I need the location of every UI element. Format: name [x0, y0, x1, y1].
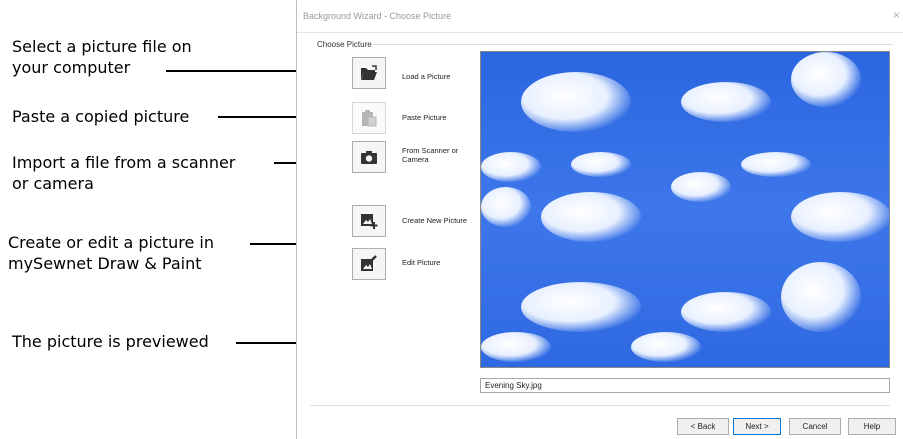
cloud — [671, 172, 731, 202]
cloud — [521, 72, 631, 132]
callout-preview: The picture is previewed — [12, 332, 209, 351]
cloud — [681, 82, 771, 122]
camera-icon — [361, 150, 377, 164]
clipboard-paste-icon — [362, 110, 377, 127]
callout-create-line1: Create or edit a picture in — [8, 233, 214, 252]
dialog-title: Background Wizard - Choose Picture — [303, 11, 452, 21]
close-icon[interactable]: × — [893, 8, 900, 22]
callout-select-line2: your computer — [12, 58, 131, 77]
from-scanner-label: From Scanner or Camera — [402, 146, 458, 164]
cloud — [481, 332, 551, 362]
from-scanner-label-line2: Camera — [402, 155, 429, 164]
next-button[interactable]: Next > — [733, 418, 781, 435]
edit-picture-label: Edit Picture — [402, 258, 441, 267]
cancel-button[interactable]: Cancel — [789, 418, 841, 435]
callout-import-line1: Import a file from a scanner — [12, 153, 236, 172]
filename-field[interactable]: Evening Sky.jpg — [480, 378, 890, 393]
edit-picture-button[interactable] — [352, 248, 386, 280]
cloud — [681, 292, 771, 332]
callout-paste: Paste a copied picture — [12, 107, 190, 126]
load-picture-label: Load a Picture — [402, 72, 451, 81]
help-button[interactable]: Help — [848, 418, 896, 435]
new-picture-icon — [361, 214, 378, 229]
callout-create-edit: Create or edit a picture in mySewnet Dra… — [8, 232, 214, 274]
picture-preview — [480, 51, 890, 368]
cloud — [541, 192, 641, 242]
load-picture-button[interactable] — [352, 57, 386, 89]
cloud — [631, 332, 701, 362]
create-new-picture-label: Create New Picture — [402, 216, 468, 225]
callout-import-line2: or camera — [12, 174, 94, 193]
cloud — [791, 52, 861, 107]
paste-picture-button[interactable] — [352, 102, 386, 134]
from-scanner-button[interactable] — [352, 141, 386, 173]
footer-separator — [310, 405, 890, 406]
dialog-titlebar: Background Wizard - Choose Picture × — [297, 0, 903, 33]
callout-create-line2: mySewnet Draw & Paint — [8, 254, 202, 273]
paste-picture-label: Paste Picture — [402, 113, 447, 122]
cloud — [481, 187, 531, 227]
cloud — [741, 152, 811, 177]
group-label: Choose Picture — [317, 40, 372, 49]
cloud — [781, 262, 861, 332]
edit-picture-icon — [361, 255, 377, 271]
cloud — [571, 152, 631, 177]
back-button[interactable]: < Back — [677, 418, 729, 435]
create-new-picture-button[interactable] — [352, 205, 386, 237]
cloud — [521, 282, 641, 332]
folder-open-icon — [361, 65, 377, 80]
callout-select-picture: Select a picture file on your computer — [12, 36, 192, 78]
from-scanner-label-line1: From Scanner or — [402, 146, 459, 155]
group-divider — [373, 44, 893, 45]
callout-select-line1: Select a picture file on — [12, 37, 192, 56]
cloud — [481, 152, 541, 182]
cloud — [791, 192, 889, 242]
callout-import: Import a file from a scanner or camera — [12, 152, 235, 194]
